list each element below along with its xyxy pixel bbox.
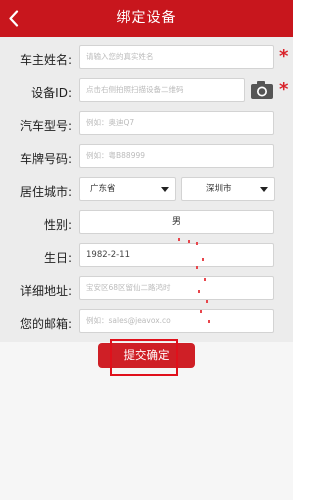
- page-title: 绑定设备: [116, 10, 177, 26]
- device-id-label: 设备ID:: [31, 86, 72, 100]
- car-model-input[interactable]: 例如：奥迪Q7: [79, 111, 274, 135]
- highlight-box: [110, 339, 178, 376]
- camera-icon: [251, 81, 273, 99]
- dropdown-arrow-icon: [260, 187, 268, 192]
- device-id-input[interactable]: 点击右侧拍照扫描设备二维码: [79, 78, 245, 102]
- city-select[interactable]: 深圳市: [181, 177, 275, 201]
- owner-name-input[interactable]: 请输入您的真实姓名: [79, 45, 274, 69]
- province-select[interactable]: 广东省: [79, 177, 176, 201]
- owner-name-label: 车主姓名:: [19, 53, 72, 67]
- birthday-label: 生日:: [43, 251, 72, 265]
- city-label: 居住城市:: [19, 185, 72, 199]
- city-value: 深圳市: [206, 184, 232, 194]
- header-bar: 绑定设备: [0, 0, 293, 37]
- car-model-label: 汽车型号:: [19, 119, 72, 133]
- annotation-dots: [178, 238, 210, 323]
- province-value: 广东省: [90, 184, 116, 194]
- dropdown-arrow-icon: [161, 187, 169, 192]
- email-label: 您的邮箱:: [19, 317, 72, 331]
- gender-select[interactable]: 男: [79, 210, 274, 234]
- address-label: 详细地址:: [19, 284, 72, 298]
- required-marker: *: [279, 46, 289, 67]
- gender-label: 性别:: [43, 218, 72, 232]
- scan-qr-button[interactable]: [250, 80, 274, 100]
- required-marker: *: [279, 79, 289, 100]
- plate-number-label: 车牌号码:: [19, 152, 72, 166]
- plate-number-input[interactable]: 例如：粤B88999: [79, 144, 274, 168]
